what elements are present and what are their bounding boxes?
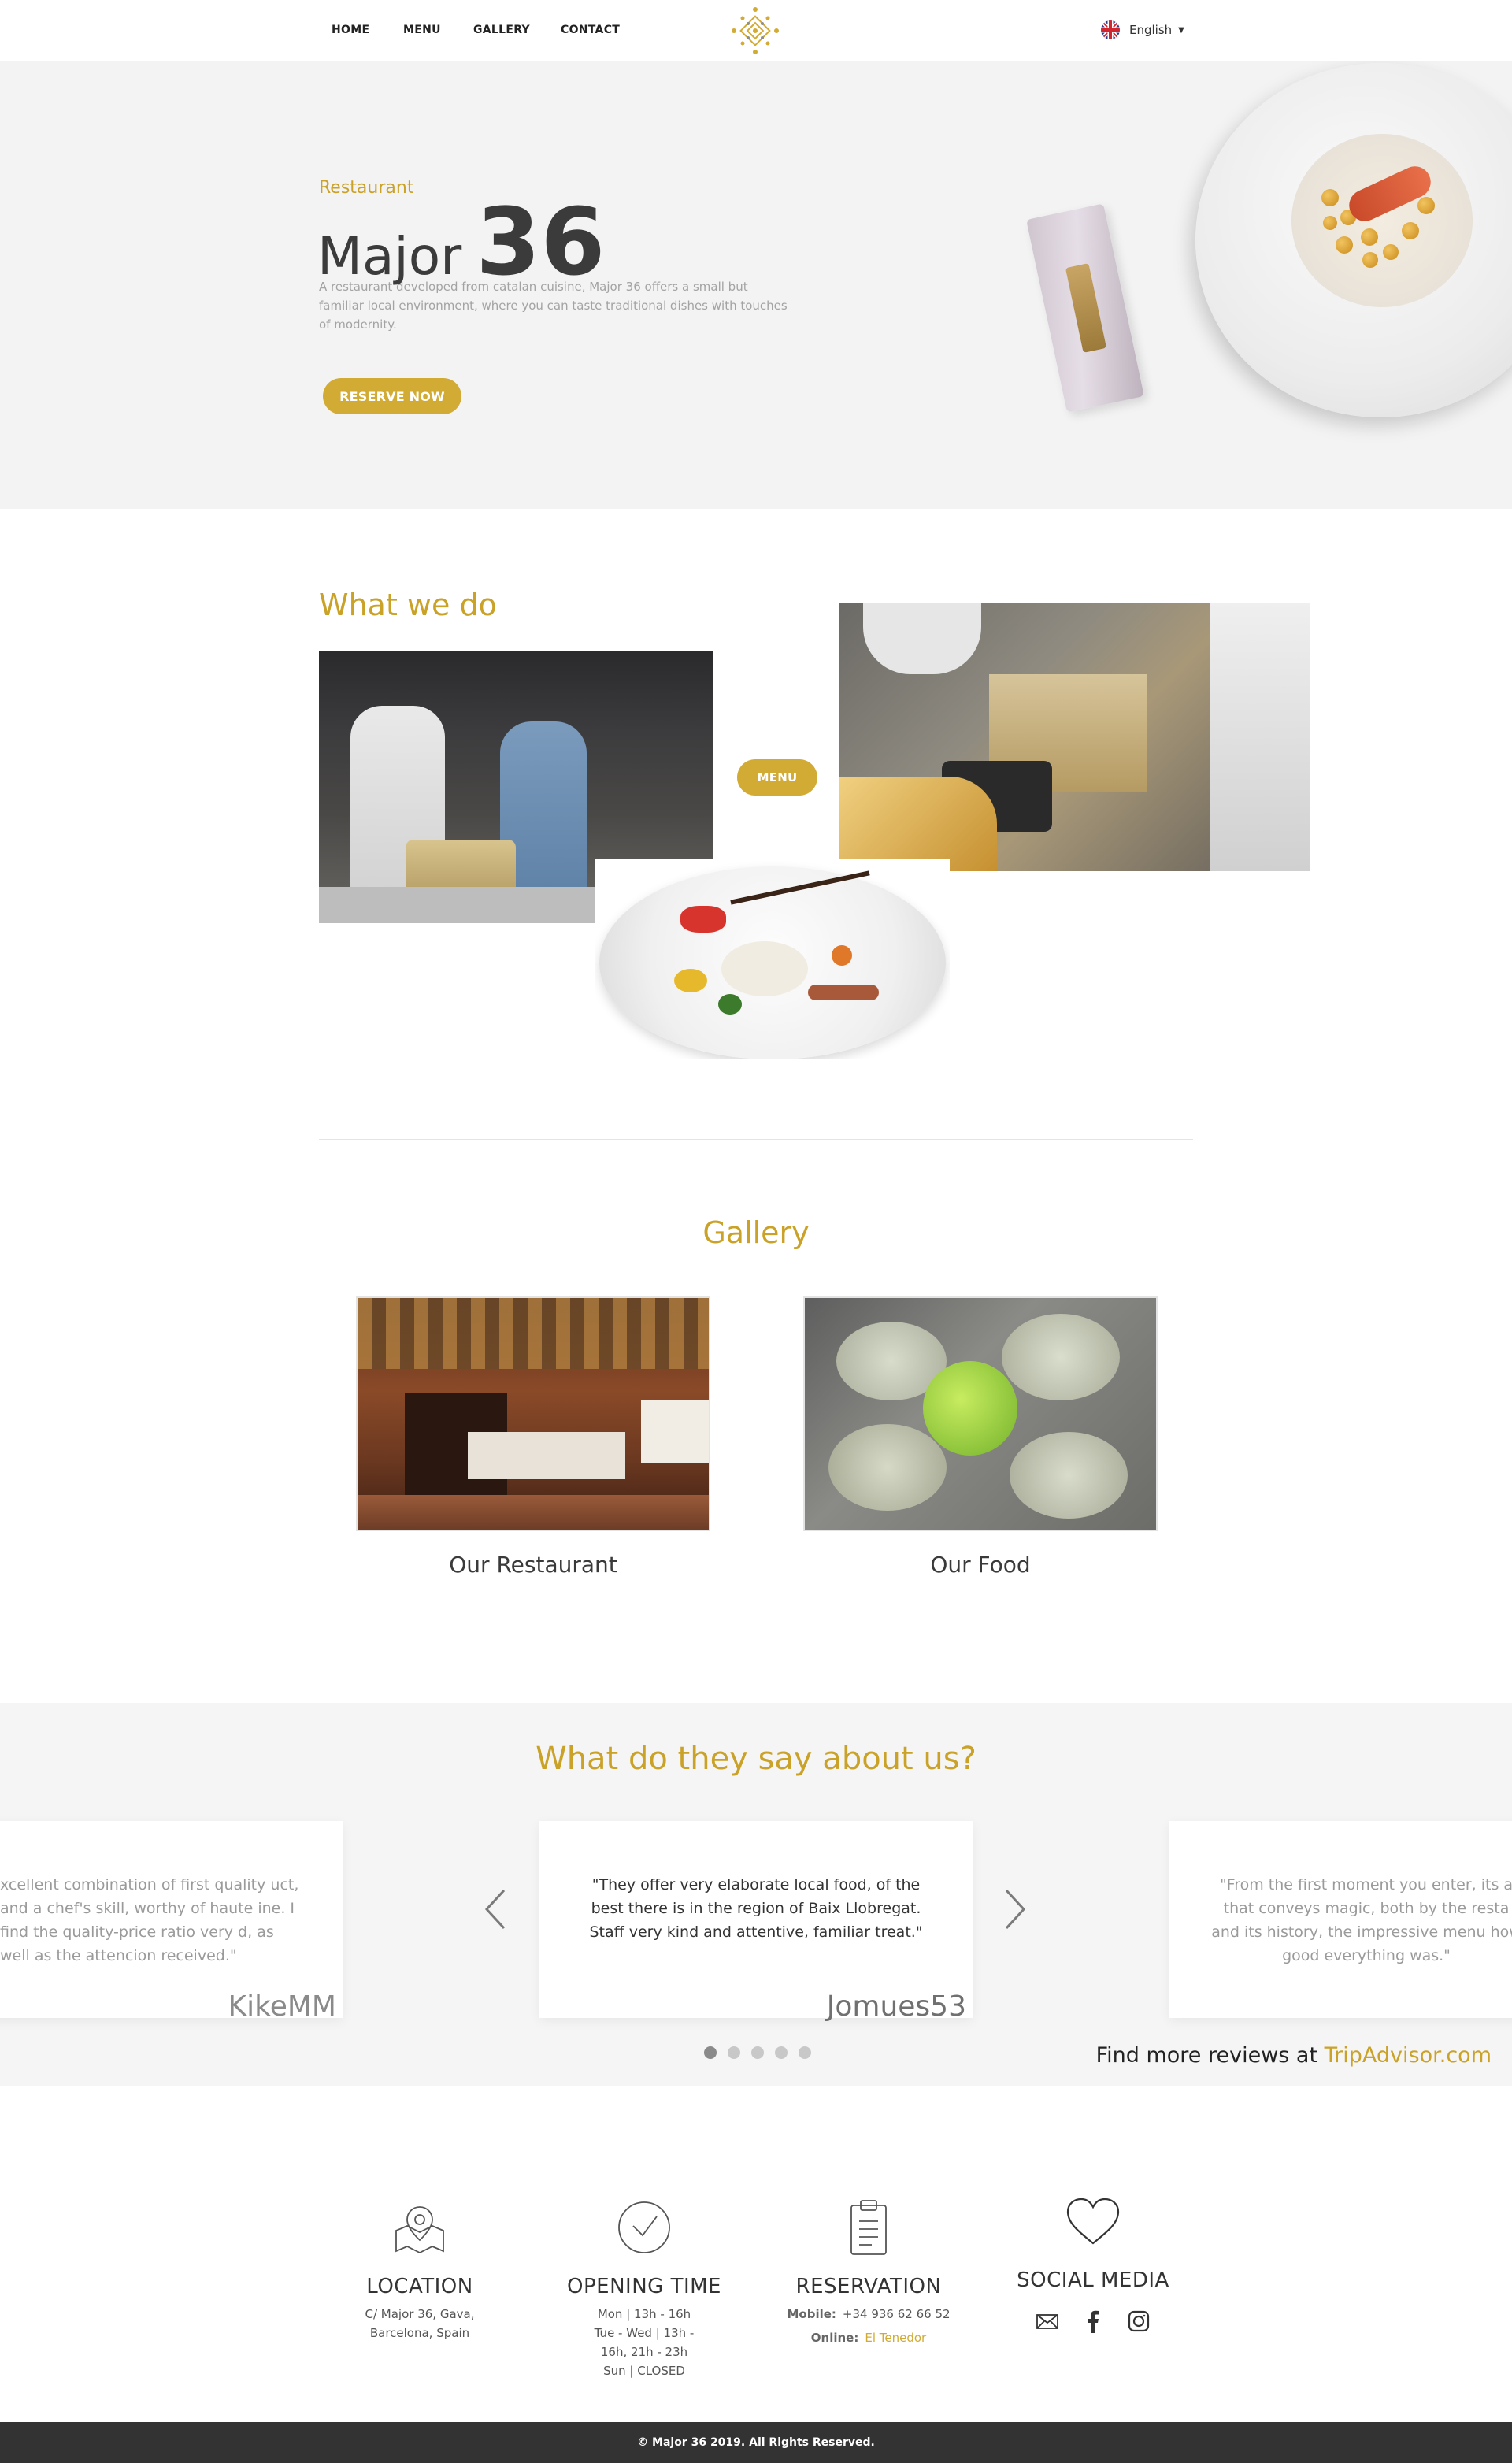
review-author: Jomues53 bbox=[826, 1990, 966, 2023]
nav-home-link[interactable]: HOME bbox=[332, 24, 369, 36]
reserve-now-button[interactable]: RESERVE NOW bbox=[323, 378, 461, 414]
carousel-dot[interactable] bbox=[751, 2046, 764, 2059]
mail-icon[interactable] bbox=[1036, 2309, 1059, 2336]
previous-review-button[interactable] bbox=[480, 1886, 512, 1933]
tripadvisor-link[interactable]: TripAdvisor.com bbox=[1325, 2043, 1492, 2068]
top-navigation: HOME MENU GALLERY CONTACT English ▼ bbox=[0, 0, 1512, 61]
heart-icon bbox=[1062, 2190, 1125, 2253]
nav-menu-link[interactable]: MENU bbox=[403, 24, 441, 36]
review-card: xcellent combination of first quality uc… bbox=[0, 1821, 343, 2023]
carousel-dot[interactable] bbox=[728, 2046, 740, 2059]
opening-line: Mon | 13h - 16h bbox=[597, 2307, 691, 2321]
social-icons bbox=[999, 2309, 1188, 2336]
location-title: LOCATION bbox=[366, 2275, 473, 2298]
social-media-title: SOCIAL MEDIA bbox=[1017, 2268, 1169, 2292]
location-line: Barcelona, Spain bbox=[369, 2326, 470, 2340]
more-reviews-text: Find more reviews at TripAdvisor.com bbox=[1096, 2043, 1492, 2068]
location-info: LOCATION C/ Major 36, Gava, Barcelona, S… bbox=[325, 2196, 514, 2342]
opening-time-title: OPENING TIME bbox=[567, 2275, 721, 2298]
nav-gallery-link[interactable]: GALLERY bbox=[473, 24, 530, 36]
social-media-info: SOCIAL MEDIA bbox=[999, 2190, 1188, 2336]
opening-line: Tue - Wed | 13h - bbox=[594, 2326, 695, 2340]
review-text: "From the first moment you enter, its a … bbox=[1211, 1876, 1512, 1964]
chevron-right-icon bbox=[1005, 1889, 1026, 1930]
chickpea-dish-image bbox=[1292, 134, 1473, 307]
hero-title-number: 36 bbox=[476, 187, 606, 296]
hero-section: Restaurant Major 36 A restaurant develop… bbox=[0, 61, 1512, 509]
nav-contact-link[interactable]: CONTACT bbox=[561, 24, 620, 36]
clock-icon bbox=[613, 2196, 676, 2259]
gallery-restaurant-image[interactable] bbox=[356, 1296, 710, 1531]
review-author: KikeMM bbox=[228, 1990, 336, 2023]
gallery-restaurant-caption: Our Restaurant bbox=[449, 1552, 617, 1578]
mobile-number[interactable]: +34 936 62 66 52 bbox=[843, 2307, 951, 2321]
hero-title: Major 36 bbox=[317, 195, 605, 288]
map-pin-icon bbox=[388, 2196, 451, 2259]
plated-dish-image bbox=[595, 859, 950, 1059]
opening-line: 16h, 21h - 23h bbox=[600, 2345, 688, 2359]
language-selector[interactable]: English ▼ bbox=[1101, 20, 1184, 39]
menu-button[interactable]: MENU bbox=[737, 759, 817, 796]
review-card-active: "They offer very elaborate local food, o… bbox=[539, 1821, 973, 2023]
language-label: English bbox=[1129, 23, 1173, 37]
carousel-dot[interactable] bbox=[704, 2046, 717, 2059]
instagram-icon[interactable] bbox=[1127, 2309, 1151, 2336]
opening-time-info: OPENING TIME Mon | 13h - 16h Tue - Wed |… bbox=[550, 2196, 739, 2380]
chefs-plating-image bbox=[839, 603, 1310, 871]
review-text: "They offer very elaborate local food, o… bbox=[589, 1876, 923, 1941]
location-line: C/ Major 36, Gava, bbox=[365, 2307, 475, 2321]
carousel-dot[interactable] bbox=[799, 2046, 811, 2059]
restaurant-logo[interactable] bbox=[731, 6, 780, 55]
gallery-food-caption: Our Food bbox=[930, 1552, 1031, 1578]
review-text: xcellent combination of first quality uc… bbox=[0, 1876, 299, 1964]
online-label: Online: bbox=[810, 2331, 859, 2345]
what-we-do-title: What we do bbox=[319, 588, 497, 622]
footer: © Major 36 2019. All Rights Reserved. bbox=[0, 2422, 1512, 2463]
carousel-dot[interactable] bbox=[775, 2046, 788, 2059]
review-card: "From the first moment you enter, its a … bbox=[1169, 1821, 1512, 2018]
chevron-down-icon: ▼ bbox=[1178, 25, 1184, 35]
next-review-button[interactable] bbox=[999, 1886, 1030, 1933]
reservation-title: RESERVATION bbox=[795, 2275, 942, 2298]
chevron-left-icon bbox=[484, 1889, 506, 1930]
opening-line: Sun | CLOSED bbox=[603, 2364, 685, 2378]
copyright-text: © Major 36 2019. All Rights Reserved. bbox=[637, 2436, 875, 2449]
section-divider bbox=[319, 1139, 1193, 1140]
el-tenedor-link[interactable]: El Tenedor bbox=[865, 2331, 926, 2345]
reviews-title: What do they say about us? bbox=[536, 1741, 976, 1777]
clipboard-icon bbox=[837, 2196, 900, 2259]
reviews-section: What do they say about us? xcellent comb… bbox=[0, 1703, 1512, 2086]
more-reviews-prefix: Find more reviews at bbox=[1095, 2043, 1325, 2068]
uk-flag-icon bbox=[1101, 20, 1120, 39]
mobile-label: Mobile: bbox=[787, 2307, 836, 2321]
carousel-dots bbox=[704, 2046, 811, 2059]
facebook-icon[interactable] bbox=[1081, 2309, 1105, 2336]
hero-description: A restaurant developed from catalan cuis… bbox=[319, 280, 788, 332]
gallery-food-image[interactable] bbox=[803, 1296, 1158, 1531]
reservation-info: RESERVATION Mobile: +34 936 62 66 52 Onli… bbox=[774, 2196, 963, 2347]
gallery-title: Gallery bbox=[702, 1215, 810, 1250]
